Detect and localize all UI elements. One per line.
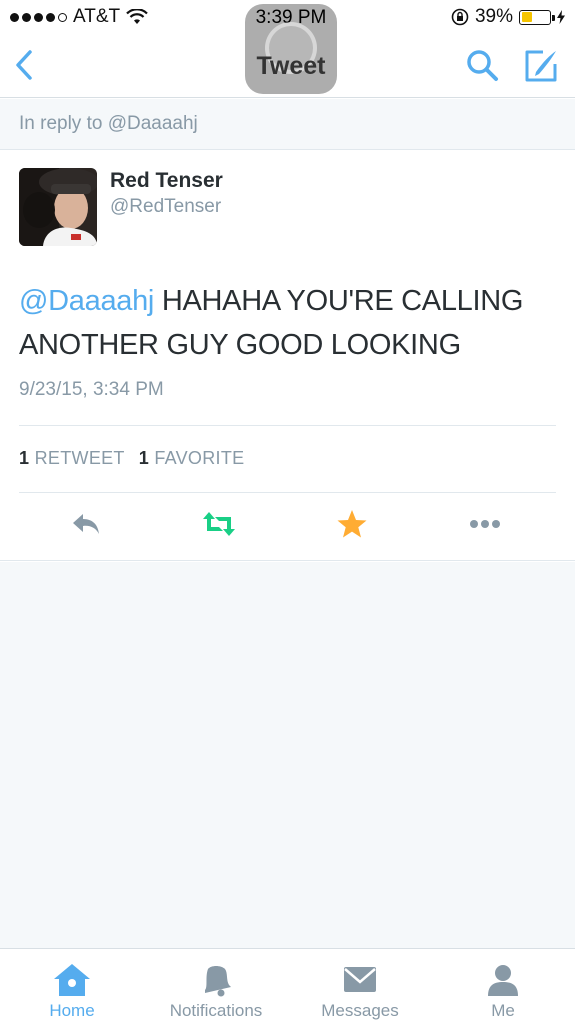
- empty-replies-area: [0, 562, 575, 948]
- wifi-icon: [126, 9, 148, 24]
- charging-icon: [557, 10, 565, 24]
- rotation-lock-icon: [451, 8, 469, 26]
- reply-context-text: In reply to @Daaaahj: [19, 113, 198, 134]
- favorite-label: FAVORITE: [154, 448, 245, 468]
- assistive-touch-button[interactable]: 3:39 PM Tweet: [245, 4, 337, 94]
- divider: [19, 492, 556, 493]
- tab-me-label: Me: [491, 1001, 515, 1020]
- envelope-icon: [344, 967, 376, 992]
- tab-bar: Home Notifications Messages Me: [0, 948, 575, 1024]
- author-handle[interactable]: @RedTenser: [110, 196, 221, 218]
- status-left: AT&T: [10, 6, 148, 28]
- favorite-count: 1: [138, 448, 150, 468]
- divider: [19, 425, 556, 426]
- signal-strength-icon: [10, 12, 67, 22]
- tab-home[interactable]: Home: [0, 949, 144, 1024]
- tweet-timestamp: 9/23/15, 3:34 PM: [19, 379, 164, 400]
- tweet-text: @Daaaahj HAHAHA YOU'RE CALLING ANOTHER G…: [19, 279, 559, 367]
- reply-context-bar[interactable]: In reply to @Daaaahj: [0, 99, 575, 150]
- person-icon: [488, 965, 518, 996]
- home-icon: [54, 964, 90, 996]
- compose-tweet-icon[interactable]: [523, 48, 559, 84]
- tab-messages[interactable]: Messages: [288, 949, 432, 1024]
- battery-percent: 39%: [474, 6, 513, 27]
- tweet-actions: [0, 506, 575, 546]
- avatar[interactable]: [19, 168, 97, 246]
- status-right: 39%: [451, 6, 565, 28]
- favorite-stat[interactable]: 1 FAVORITE: [139, 448, 245, 469]
- retweet-label: RETWEET: [34, 448, 125, 468]
- battery-icon: [519, 9, 555, 25]
- page-title: Tweet: [256, 52, 326, 80]
- retweet-stat[interactable]: 1 RETWEET: [19, 448, 125, 469]
- tweet-detail: Red Tenser @RedTenser @Daaaahj HAHAHA YO…: [0, 151, 575, 561]
- tweet-stats: 1 RETWEET 1 FAVORITE: [19, 448, 244, 469]
- favorite-icon[interactable]: [334, 506, 370, 542]
- mention-link[interactable]: @Daaaahj: [19, 285, 154, 317]
- tab-notifications-label: Notifications: [169, 1001, 263, 1020]
- tab-messages-label: Messages: [321, 1001, 399, 1020]
- search-icon[interactable]: [465, 48, 501, 84]
- back-chevron-icon[interactable]: [12, 48, 38, 82]
- tab-notifications[interactable]: Notifications: [144, 949, 288, 1024]
- reply-icon[interactable]: [68, 506, 104, 542]
- tab-home-label: Home: [49, 1001, 95, 1020]
- bell-icon: [205, 966, 231, 997]
- retweet-icon[interactable]: [201, 506, 237, 542]
- tab-me[interactable]: Me: [431, 949, 575, 1024]
- retweet-count: 1: [19, 448, 30, 468]
- author-name[interactable]: Red Tenser: [110, 169, 223, 193]
- carrier-label: AT&T: [73, 6, 121, 27]
- more-icon[interactable]: [467, 506, 503, 542]
